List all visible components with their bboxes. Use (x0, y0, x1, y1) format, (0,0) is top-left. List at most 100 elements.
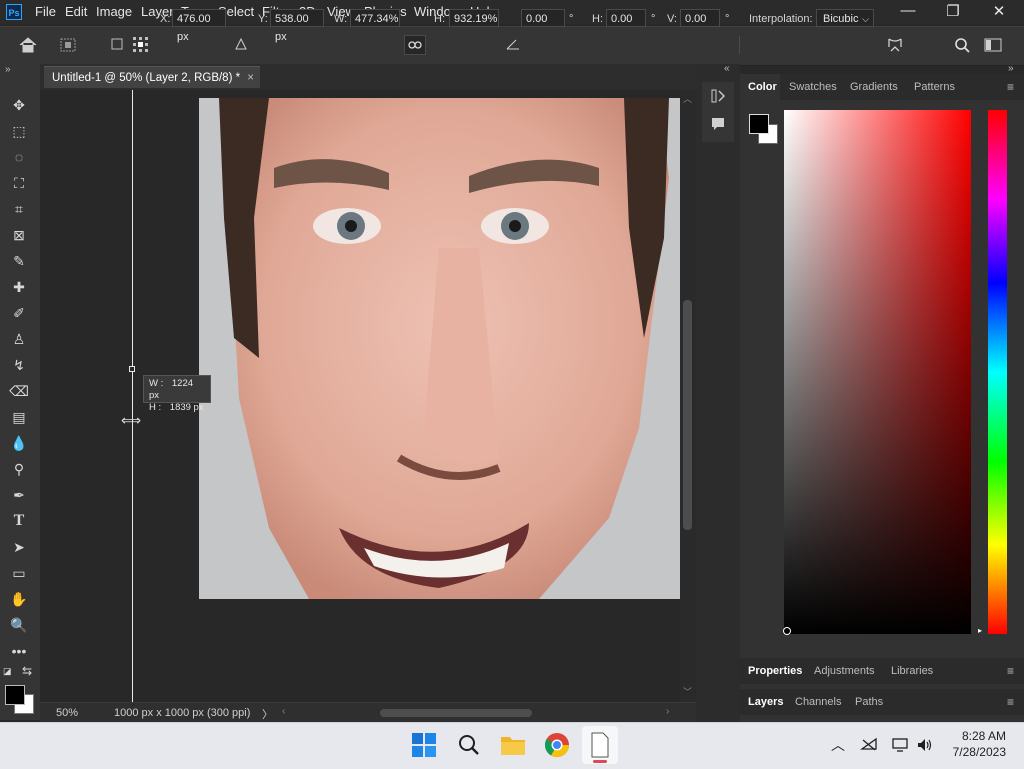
gradient-tool-icon[interactable]: ▤ (8, 406, 30, 428)
frame-tool-icon[interactable]: ⊠ (8, 224, 30, 246)
brush-tool-icon[interactable]: ✐ (8, 302, 30, 324)
vertical-skew-label: V: (667, 13, 677, 25)
tab-adjustments[interactable]: Adjustments (814, 665, 875, 677)
lasso-tool-icon[interactable]: ◌ (8, 146, 30, 168)
horizontal-scroll-thumb[interactable] (380, 709, 532, 717)
collapse-panels-icon[interactable]: » (1008, 63, 1014, 74)
hue-slider[interactable] (988, 110, 1007, 634)
file-explorer-icon[interactable] (499, 731, 529, 761)
default-colors-icon[interactable]: ◪ (3, 666, 13, 676)
document-canvas[interactable] (199, 98, 680, 599)
relative-position-icon[interactable] (235, 38, 247, 50)
minimize-button[interactable]: — (893, 2, 923, 19)
search-icon[interactable] (954, 37, 971, 54)
scroll-left-icon[interactable]: ‹ (282, 706, 285, 717)
collapse-toolbar-icon[interactable]: » (5, 64, 11, 75)
tab-patterns[interactable]: Patterns (914, 81, 955, 93)
panel-menu-icon[interactable]: ≡ (1007, 80, 1014, 94)
zoom-tool-icon[interactable]: 🔍 (8, 614, 30, 636)
chrome-icon[interactable] (543, 731, 573, 761)
layers-menu-icon[interactable]: ≡ (1007, 695, 1014, 709)
link-proportions-button[interactable] (404, 35, 426, 55)
show-hidden-icons-icon[interactable]: ︿ (831, 735, 845, 755)
history-panel-icon[interactable] (710, 87, 726, 105)
comments-panel-icon[interactable] (710, 116, 726, 132)
eyedropper-tool-icon[interactable]: ✎ (8, 250, 30, 272)
color-panel-foreground-swatch[interactable] (749, 114, 769, 134)
marquee-tool-icon[interactable]: ⬚ (8, 120, 30, 142)
home-icon[interactable] (18, 36, 38, 54)
restore-button[interactable]: ❐ (938, 2, 968, 20)
collapse-dock-icon[interactable]: « (724, 63, 730, 74)
vertical-scrollbar[interactable]: ︿ ﹀ (680, 90, 696, 702)
crop-tool-icon[interactable]: ⌗ (8, 198, 30, 220)
pen-tool-icon[interactable]: ✒ (8, 484, 30, 506)
tab-layers[interactable]: Layers (748, 696, 783, 708)
reference-point-checkbox[interactable] (111, 38, 123, 50)
history-brush-tool-icon[interactable]: ↯ (8, 354, 30, 376)
vertical-scroll-thumb[interactable] (683, 300, 692, 530)
rotation-field[interactable]: 0.00 (521, 9, 565, 27)
face-image (199, 98, 680, 599)
workspace-icon[interactable] (984, 38, 1002, 52)
y-position-field[interactable]: 538.00 px (270, 9, 324, 43)
tab-libraries[interactable]: Libraries (891, 665, 933, 677)
horizontal-skew-field[interactable]: 0.00 (606, 9, 646, 27)
transform-tool-icon[interactable] (58, 36, 80, 54)
windows-start-icon[interactable] (410, 731, 440, 761)
display-icon[interactable] (891, 737, 909, 753)
more-tools-icon[interactable]: ••• (8, 640, 30, 662)
rectangle-tool-icon[interactable]: ▭ (8, 562, 30, 584)
x-position-field[interactable]: 476.00 px (172, 9, 226, 43)
menu-file[interactable]: File (35, 4, 56, 19)
clock-date[interactable]: 7/28/2023 (947, 745, 1006, 759)
tab-swatches[interactable]: Swatches (789, 81, 837, 93)
document-tab[interactable]: Untitled-1 @ 50% (Layer 2, RGB/8) * × (44, 66, 260, 88)
zoom-level[interactable]: 50% (56, 707, 78, 719)
scroll-up-icon[interactable]: ︿ (683, 92, 692, 105)
document-app-icon[interactable] (588, 731, 618, 761)
network-offline-icon[interactable] (860, 737, 878, 751)
healing-brush-tool-icon[interactable]: ✚ (8, 276, 30, 298)
type-tool-icon[interactable]: T (8, 510, 30, 532)
properties-menu-icon[interactable]: ≡ (1007, 664, 1014, 678)
move-tool-icon[interactable]: ✥ (8, 94, 30, 116)
document-info[interactable]: 1000 px x 1000 px (300 ppi) (114, 707, 250, 719)
blur-tool-icon[interactable]: 💧 (8, 432, 30, 454)
dodge-tool-icon[interactable]: ⚲ (8, 458, 30, 480)
hand-tool-icon[interactable]: ✋ (8, 588, 30, 610)
close-window-button[interactable]: ✕ (984, 2, 1014, 20)
clock-time[interactable]: 8:28 AM (958, 729, 1006, 743)
taskbar-search-icon[interactable] (455, 731, 485, 761)
status-menu-arrow[interactable]: 〉 (262, 706, 273, 722)
tab-color[interactable]: Color (748, 81, 777, 93)
eraser-tool-icon[interactable]: ⌫ (8, 380, 30, 402)
reference-point-locator-icon[interactable] (132, 36, 150, 54)
hue-slider-handle[interactable]: ▸ (978, 626, 982, 635)
warp-mode-icon[interactable] (886, 36, 904, 54)
volume-icon[interactable] (916, 737, 934, 753)
h-label: H: (434, 13, 445, 25)
transform-handle[interactable] (129, 366, 135, 372)
scroll-right-icon[interactable]: › (666, 706, 669, 717)
clone-stamp-tool-icon[interactable]: ♙ (8, 328, 30, 350)
swap-colors-icon[interactable]: ⇆ (22, 664, 32, 678)
scroll-down-icon[interactable]: ﹀ (683, 685, 692, 698)
color-field-picker[interactable] (783, 627, 791, 635)
tab-gradients[interactable]: Gradients (850, 81, 898, 93)
horizontal-skew-unit: ° (651, 13, 656, 25)
menu-image[interactable]: Image (96, 4, 132, 19)
tab-paths[interactable]: Paths (855, 696, 883, 708)
path-selection-tool-icon[interactable]: ➤ (8, 536, 30, 558)
interpolation-select[interactable]: Bicubic ⌵ (816, 9, 874, 27)
width-field[interactable]: 477.34% (350, 9, 400, 27)
object-selection-tool-icon[interactable]: ⛶ (8, 172, 30, 194)
tab-channels[interactable]: Channels (795, 696, 841, 708)
vertical-skew-field[interactable]: 0.00 (680, 9, 720, 27)
menu-edit[interactable]: Edit (65, 4, 87, 19)
close-document-icon[interactable]: × (247, 67, 254, 89)
height-field[interactable]: 932.19% (449, 9, 499, 27)
tab-properties[interactable]: Properties (748, 665, 802, 677)
color-field[interactable] (784, 110, 971, 634)
foreground-color-swatch[interactable] (5, 685, 25, 705)
